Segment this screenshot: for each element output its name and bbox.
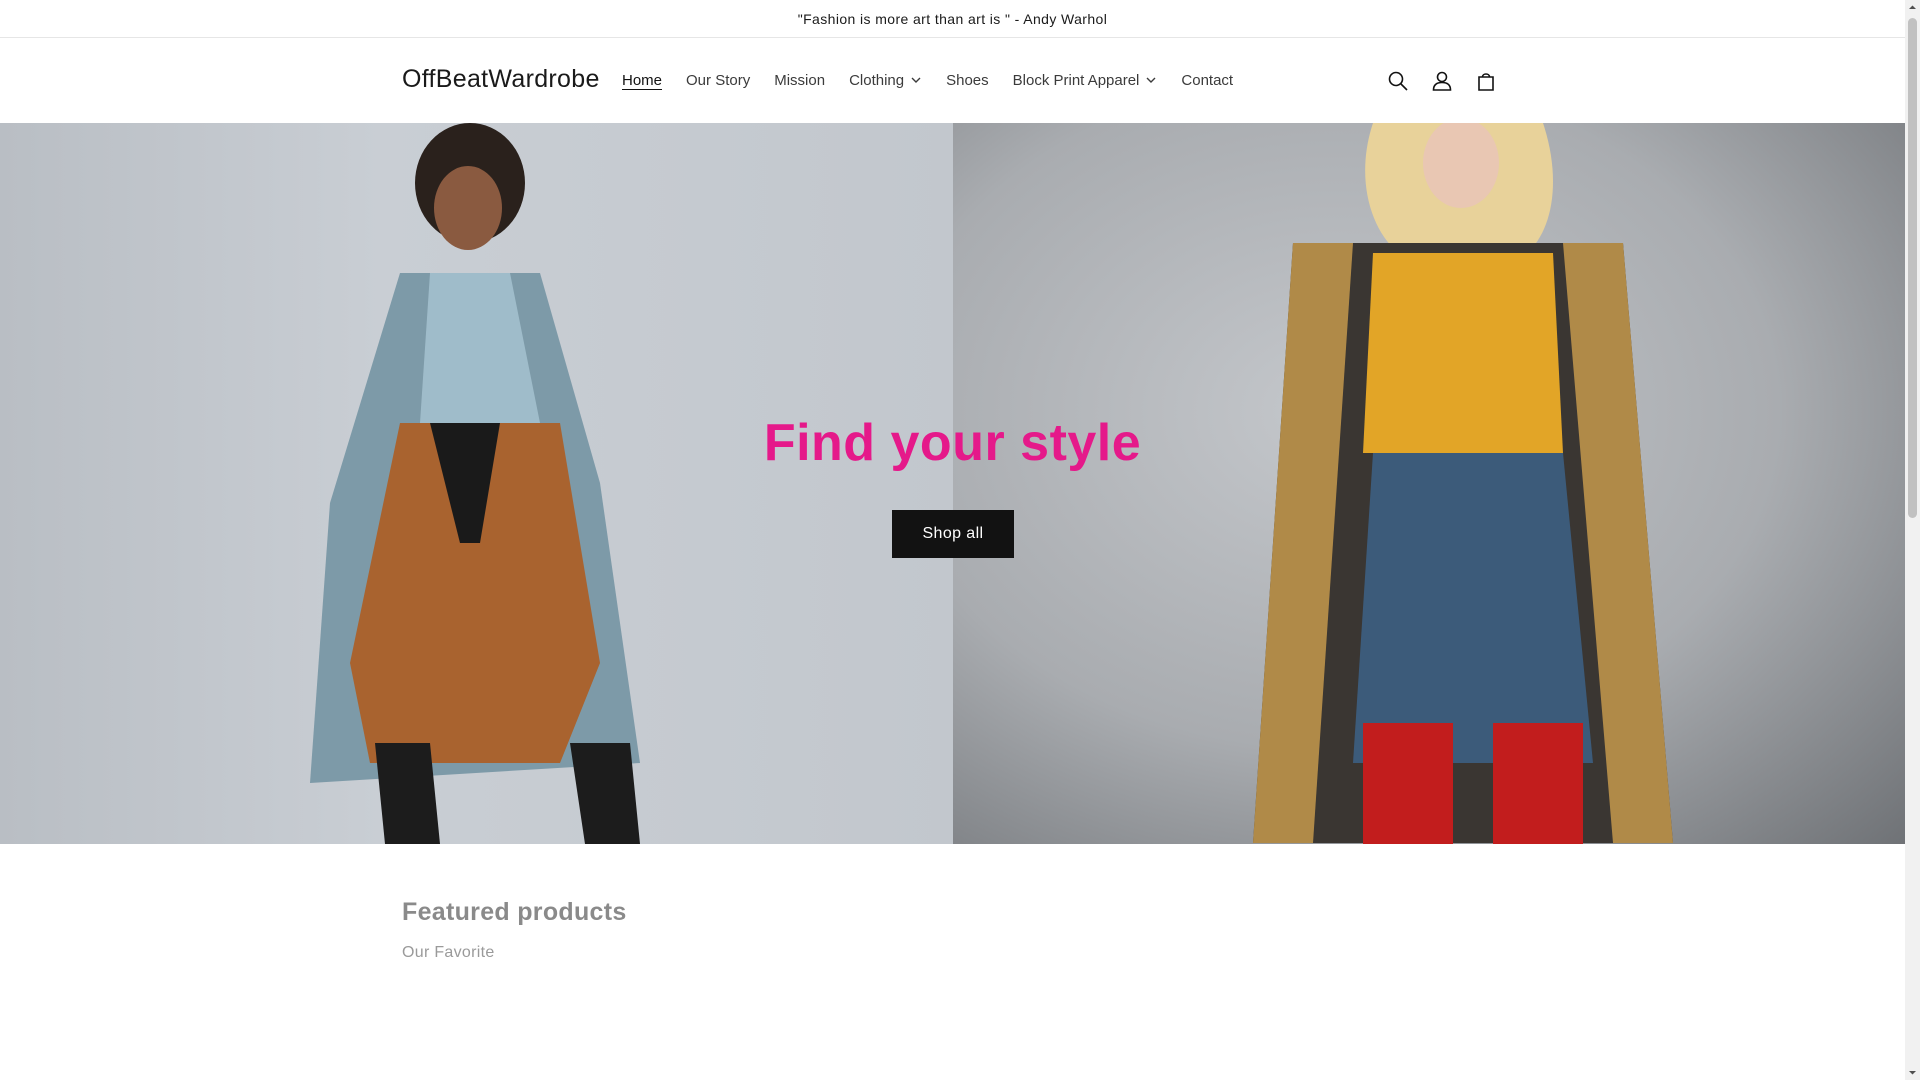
shop-all-button[interactable]: Shop all <box>892 510 1014 558</box>
search-icon <box>1388 71 1408 91</box>
hero-title: Find your style <box>763 414 1142 472</box>
cart-icon <box>1478 73 1494 91</box>
header-icons <box>1376 61 1508 101</box>
main-nav: Home Our Story Mission Clothing Shoes Bl… <box>610 70 1245 90</box>
site-header: OffBeatWardrobe Home Our Story Mission C… <box>0 39 1905 123</box>
nav-item-contact[interactable]: Contact <box>1169 70 1245 90</box>
nav-label: Clothing <box>849 71 905 89</box>
scroll-up-icon[interactable] <box>1908 3 1917 12</box>
scrollbar-thumb[interactable] <box>1908 18 1917 518</box>
page: "Fashion is more art than art is " - And… <box>0 0 1905 1080</box>
nav-label: Block Print Apparel <box>1012 71 1140 89</box>
account-icon <box>1432 71 1452 91</box>
nav-item-block-print-apparel[interactable]: Block Print Apparel <box>1001 70 1170 90</box>
nav-label: Home <box>622 71 663 89</box>
featured-products-subtitle: Our Favorite <box>402 944 495 961</box>
nav-item-home[interactable]: Home <box>610 70 674 90</box>
site-logo[interactable]: OffBeatWardrobe <box>402 65 600 94</box>
search-button[interactable] <box>1376 61 1420 101</box>
scroll-down-icon[interactable] <box>1908 1068 1917 1077</box>
nav-label: Mission <box>774 71 826 89</box>
nav-label: Our Story <box>686 71 751 89</box>
nav-label: Shoes <box>946 71 989 89</box>
announcement-bar: "Fashion is more art than art is " - And… <box>0 0 1905 38</box>
account-button[interactable] <box>1420 61 1464 101</box>
featured-products-title: Featured products <box>402 898 627 926</box>
cart-button[interactable] <box>1464 61 1508 101</box>
nav-item-shoes[interactable]: Shoes <box>934 70 1001 90</box>
hero-image-left <box>0 123 953 844</box>
hero-banner: Find your style Shop all <box>0 123 1905 844</box>
nav-item-our-story[interactable]: Our Story <box>674 70 762 90</box>
nav-item-mission[interactable]: Mission <box>762 70 837 90</box>
announcement-text: "Fashion is more art than art is " - And… <box>797 10 1108 27</box>
chevron-down-icon <box>1145 74 1157 86</box>
chevron-down-icon <box>910 74 922 86</box>
nav-item-clothing[interactable]: Clothing <box>837 70 934 90</box>
nav-label: Contact <box>1181 71 1234 89</box>
hero-image-right <box>953 123 1905 844</box>
page-scrollbar[interactable] <box>1905 0 1920 1080</box>
